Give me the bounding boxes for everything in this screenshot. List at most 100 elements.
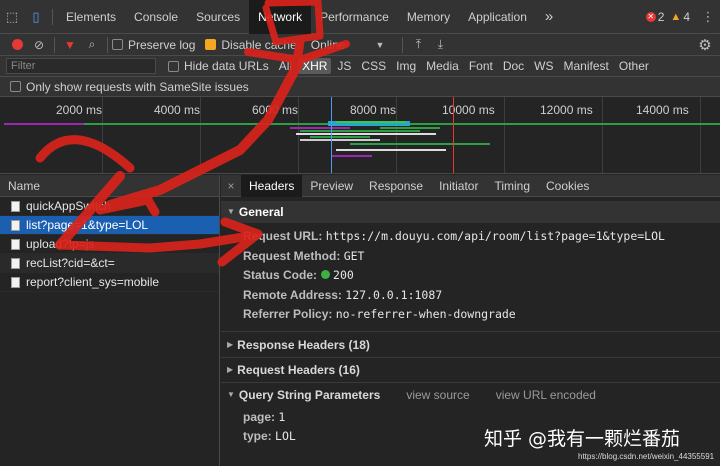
triangle-down-icon: ▼: [227, 207, 235, 216]
general-section-header[interactable]: ▼ General: [221, 201, 720, 223]
network-toolbar: ⊘ ▼ ⌕ Preserve log Disable cache Online …: [0, 34, 720, 56]
response-headers-section-header[interactable]: ▶ Response Headers (18): [221, 334, 720, 356]
filter-type-js[interactable]: JS: [333, 58, 355, 74]
device-toolbar-icon[interactable]: ▯: [24, 0, 48, 34]
filter-type-img[interactable]: Img: [392, 58, 420, 74]
samesite-bar: Only show requests with SameSite issues: [0, 77, 720, 97]
file-icon: [11, 277, 20, 288]
tab-performance[interactable]: Performance: [311, 0, 398, 34]
tab-headers[interactable]: Headers: [241, 174, 303, 197]
tab-network[interactable]: Network: [249, 0, 312, 34]
filter-type-media[interactable]: Media: [422, 58, 463, 74]
filter-type-manifest[interactable]: Manifest: [560, 58, 613, 74]
toolbar-divider: [54, 36, 55, 53]
chevron-down-icon[interactable]: ▼: [375, 40, 384, 50]
preserve-log-label: Preserve log: [128, 37, 196, 52]
tab-memory[interactable]: Memory: [398, 0, 459, 34]
response-headers-title: Response Headers (18): [237, 337, 370, 352]
samesite-checkbox[interactable]: [10, 81, 21, 92]
request-row[interactable]: report?client_sys=mobile: [0, 273, 219, 292]
referrer-policy-row: Referrer Policy: no-referrer-when-downgr…: [221, 305, 720, 325]
timeline-bar: [310, 136, 370, 138]
kebab-menu-icon[interactable]: ⋮: [696, 0, 720, 34]
details-tabbar: × Headers Preview Response Initiator Tim…: [221, 174, 720, 197]
more-tabs-button[interactable]: »: [536, 0, 562, 34]
tab-response[interactable]: Response: [361, 175, 431, 197]
request-row[interactable]: upload?tp=js: [0, 235, 219, 254]
filter-type-css[interactable]: CSS: [357, 58, 390, 74]
name-column-header[interactable]: Name: [0, 175, 219, 197]
request-method-row: Request Method: GET: [221, 247, 720, 267]
request-name: quickAppSwitch: [26, 199, 111, 213]
param-value: 1: [278, 409, 286, 424]
filter-type-all[interactable]: All: [275, 58, 296, 74]
timeline-bar: [336, 149, 446, 151]
hide-data-urls-checkbox[interactable]: [168, 60, 179, 72]
export-har-icon[interactable]: ⤓: [429, 34, 451, 56]
header-key: Referrer Policy:: [243, 307, 333, 321]
timeline-bar: [296, 133, 436, 135]
filter-type-font[interactable]: Font: [465, 58, 497, 74]
tab-cookies[interactable]: Cookies: [538, 175, 597, 197]
request-row[interactable]: list?page=1&type=LOL: [0, 216, 219, 235]
header-value: 200: [333, 268, 354, 282]
header-value: GET: [343, 248, 365, 263]
timeline-dom-content-loaded-line: [331, 97, 332, 173]
filter-type-ws[interactable]: WS: [530, 58, 557, 74]
record-button[interactable]: [6, 34, 28, 56]
filter-type-xhr[interactable]: XHR: [298, 58, 332, 74]
filter-type-other[interactable]: Other: [615, 58, 653, 74]
hide-data-urls-label: Hide data URLs: [184, 59, 269, 73]
gear-icon[interactable]: ⚙: [694, 34, 716, 56]
timeline-bar: [380, 127, 440, 129]
header-key: Status Code:: [243, 268, 318, 282]
filter-type-doc[interactable]: Doc: [499, 58, 528, 74]
view-source-link[interactable]: view source: [406, 384, 469, 406]
inspect-element-icon[interactable]: ⬚: [0, 0, 24, 34]
file-icon: [11, 239, 20, 250]
remote-address-row: Remote Address: 127.0.0.1:1087: [221, 286, 720, 306]
tab-preview[interactable]: Preview: [302, 175, 361, 197]
record-icon: [11, 39, 23, 50]
timeline-bar: [350, 143, 490, 145]
tab-console[interactable]: Console: [125, 0, 187, 34]
close-icon[interactable]: ×: [221, 179, 241, 193]
request-name: recList?cid=&ct=: [26, 256, 115, 270]
timeline-bar: [290, 127, 350, 129]
throttling-select[interactable]: Online: [311, 38, 346, 52]
tab-timing[interactable]: Timing: [486, 175, 538, 197]
import-har-icon[interactable]: ⤒: [407, 34, 429, 56]
timeline-bar: [300, 130, 420, 132]
error-counter[interactable]: ✕ 2 ▲ 4: [645, 10, 690, 24]
query-params-section-header[interactable]: ▼ Query String Parameters view source vi…: [221, 384, 720, 406]
file-icon: [11, 201, 20, 212]
filter-funnel-icon[interactable]: ▼: [59, 34, 81, 56]
header-key: Request URL:: [243, 229, 323, 243]
filter-input[interactable]: [6, 58, 156, 74]
tab-sources[interactable]: Sources: [187, 0, 249, 34]
tab-elements[interactable]: Elements: [57, 0, 125, 34]
disable-cache-checkbox[interactable]: [205, 39, 217, 50]
request-row[interactable]: recList?cid=&ct=: [0, 254, 219, 273]
section-divider: [221, 356, 720, 358]
request-name: upload?tp=js: [26, 237, 95, 251]
view-url-encoded-link[interactable]: view URL encoded: [496, 384, 596, 406]
preserve-log-checkbox[interactable]: [112, 39, 123, 50]
timeline-bar: [336, 121, 406, 123]
clear-icon[interactable]: ⊘: [28, 34, 50, 56]
request-headers-section-header[interactable]: ▶ Request Headers (16): [221, 359, 720, 381]
search-icon[interactable]: ⌕: [81, 34, 103, 56]
error-icon: ✕: [645, 11, 656, 22]
request-headers-title: Request Headers (16): [237, 362, 360, 377]
request-details: × Headers Preview Response Initiator Tim…: [221, 174, 720, 466]
request-row[interactable]: quickAppSwitch: [0, 197, 219, 216]
query-params-title: Query String Parameters: [238, 387, 381, 402]
general-section: Request URL: https://m.douyu.com/api/roo…: [221, 223, 720, 325]
filter-bar: Hide data URLs All XHR JS CSS Img Media …: [0, 56, 720, 77]
timeline-overview[interactable]: 2000 ms 4000 ms 6000 ms 8000 ms 10000 ms…: [0, 97, 720, 174]
tab-initiator[interactable]: Initiator: [431, 175, 486, 197]
header-key: Request Method:: [243, 248, 341, 263]
tab-application[interactable]: Application: [459, 0, 536, 34]
request-name: list?page=1&type=LOL: [26, 218, 149, 232]
header-value: https://m.douyu.com/api/room/list?page=1…: [325, 229, 665, 243]
